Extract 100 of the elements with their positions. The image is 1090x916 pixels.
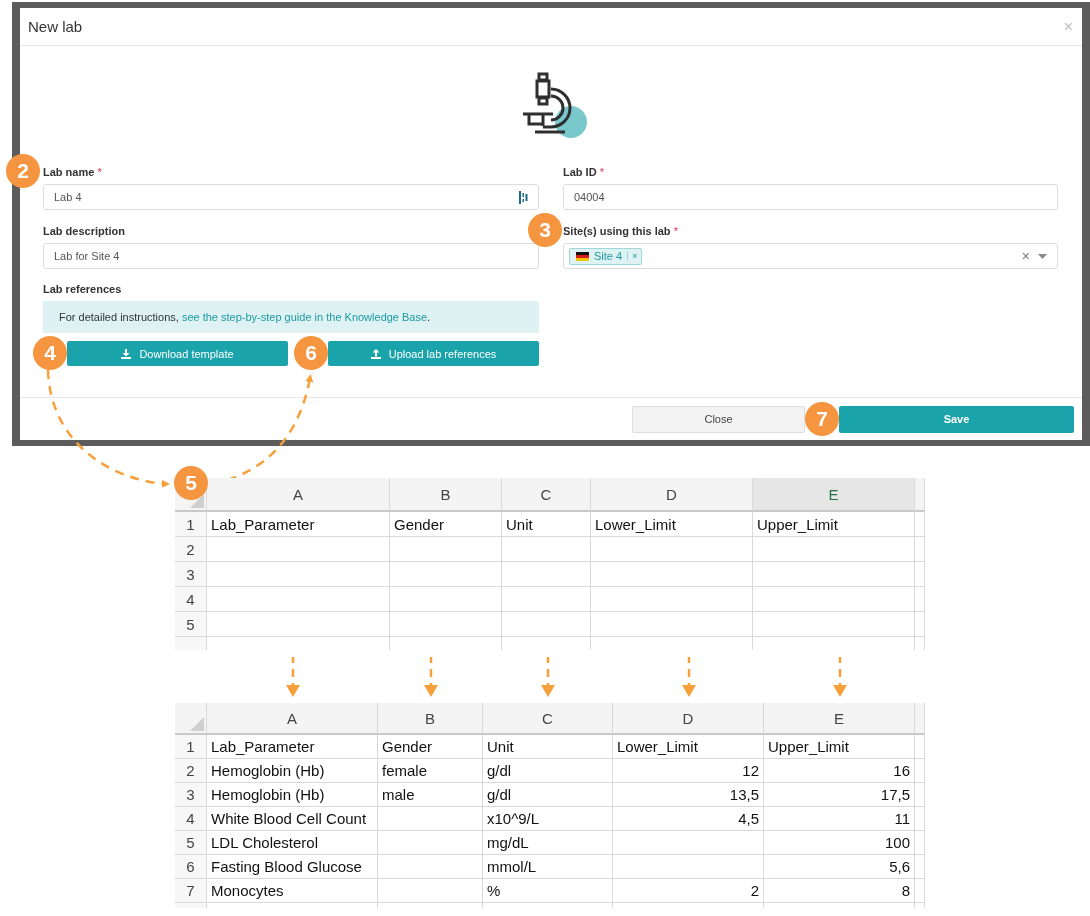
table-cell: 12: [613, 759, 764, 783]
step-badge: 7: [805, 401, 839, 436]
field-label: Lab description: [43, 225, 125, 237]
step-badge: 3: [528, 213, 562, 247]
required-mark: *: [97, 166, 102, 178]
table-cell: Fasting Blood Glucose: [207, 855, 378, 879]
table-cell: %: [483, 879, 613, 903]
column-header[interactable]: B: [378, 703, 483, 735]
table-cell: Unit: [502, 512, 591, 537]
table-cell: White Blood Cell Count: [207, 807, 378, 831]
column-header[interactable]: A: [207, 703, 378, 735]
text-field[interactable]: Lab for Site 4: [43, 243, 539, 269]
required-mark: *: [599, 166, 604, 178]
row-number[interactable]: 3: [175, 783, 207, 807]
column-header[interactable]: [915, 478, 925, 512]
table-cell: mmol/L: [483, 855, 613, 879]
table-cell: [915, 783, 925, 807]
bars-icon[interactable]: [519, 190, 528, 204]
table-cell: Lower_Limit: [591, 512, 753, 537]
table-cell: [915, 537, 925, 562]
table-cell: [915, 612, 925, 637]
table-cell: Lab_Parameter: [207, 512, 390, 537]
table-cell: 5,6: [764, 855, 915, 879]
table-cell: 2: [613, 879, 764, 903]
table-cell: [915, 562, 925, 587]
flag-icon: [576, 251, 589, 261]
column-header[interactable]: C: [502, 478, 591, 512]
table-cell: 16: [764, 759, 915, 783]
table-cell: Lower_Limit: [613, 735, 764, 759]
table-cell: 8: [764, 879, 915, 903]
table-cell: 13,5: [613, 783, 764, 807]
table-cell: g/dl: [483, 783, 613, 807]
field-label: Site(s) using this lab: [563, 225, 671, 237]
multiselect-field[interactable]: Site 4 × ×: [563, 243, 1058, 269]
table-cell: [915, 807, 925, 831]
step-badge: 6: [294, 336, 328, 370]
table-cell: 100: [764, 831, 915, 855]
column-header[interactable]: D: [613, 703, 764, 735]
table-cell: Unit: [483, 735, 613, 759]
table-cell: Gender: [378, 735, 483, 759]
table-cell: 17,5: [764, 783, 915, 807]
table-cell: Lab_Parameter: [207, 735, 378, 759]
table-cell: [915, 587, 925, 612]
row-number[interactable]: 6: [175, 855, 207, 879]
table-cell: LDL Cholesterol: [207, 831, 378, 855]
text-field[interactable]: 04004: [563, 184, 1058, 210]
table-cell: [915, 831, 925, 855]
caret-icon[interactable]: [1038, 253, 1047, 259]
select-all-icon[interactable]: [190, 717, 204, 731]
row-number[interactable]: 4: [175, 587, 207, 612]
row-number[interactable]: 2: [175, 759, 207, 783]
table-cell: Upper_Limit: [753, 512, 915, 537]
table-cell: [915, 759, 925, 783]
column-header[interactable]: E: [764, 703, 915, 735]
table-cell: 11: [764, 807, 915, 831]
row-number[interactable]: 2: [175, 537, 207, 562]
dashed-arrow: [832, 656, 847, 697]
dashed-arrow: [285, 656, 300, 697]
table-cell: Monocytes: [207, 879, 378, 903]
dashed-arrow: [423, 656, 438, 697]
table-cell: 4,5: [613, 807, 764, 831]
table-cell: Hemoglobin (Hb): [207, 759, 378, 783]
step-badge: 4: [33, 336, 67, 370]
row-number[interactable]: 1: [175, 735, 207, 759]
download-icon: [121, 348, 132, 359]
table-cell: [915, 512, 925, 537]
column-header[interactable]: [915, 703, 925, 735]
close-button[interactable]: Close: [632, 405, 805, 433]
table-cell: female: [378, 759, 483, 783]
dashed-arrow: [681, 656, 696, 697]
column-header[interactable]: A: [207, 478, 390, 512]
column-header[interactable]: C: [483, 703, 613, 735]
column-header[interactable]: E: [753, 478, 915, 512]
table-cell: Gender: [390, 512, 502, 537]
row-number[interactable]: 4: [175, 807, 207, 831]
table-cell: [915, 735, 925, 759]
table-cell: Hemoglobin (Hb): [207, 783, 378, 807]
column-header[interactable]: D: [591, 478, 753, 512]
column-header[interactable]: B: [390, 478, 502, 512]
step-badge: 2: [6, 154, 40, 188]
dialog-title: New lab: [28, 18, 83, 35]
clear-icon[interactable]: ×: [1021, 248, 1030, 264]
row-number[interactable]: 5: [175, 612, 207, 637]
field-label: Lab ID: [563, 166, 597, 178]
table-cell: Upper_Limit: [764, 735, 915, 759]
row-number[interactable]: 5: [175, 831, 207, 855]
table-cell: male: [378, 783, 483, 807]
upload-icon: [370, 348, 381, 359]
table-cell: mg/dL: [483, 831, 613, 855]
dashed-arrow: [541, 656, 555, 697]
row-number[interactable]: 1: [175, 512, 207, 537]
row-number[interactable]: 7: [175, 879, 207, 903]
table-cell: x10^9/L: [483, 807, 613, 831]
table-cell: g/dl: [483, 759, 613, 783]
step-badge: 5: [174, 466, 208, 500]
info-text: For detailed instructions, see the step-by-step guide in the Knowledge Base.: [59, 311, 431, 323]
text-field[interactable]: Lab 4: [43, 184, 539, 210]
field-label: Lab name: [43, 166, 95, 178]
row-number[interactable]: 3: [175, 562, 207, 587]
select-all-icon[interactable]: [190, 494, 204, 508]
